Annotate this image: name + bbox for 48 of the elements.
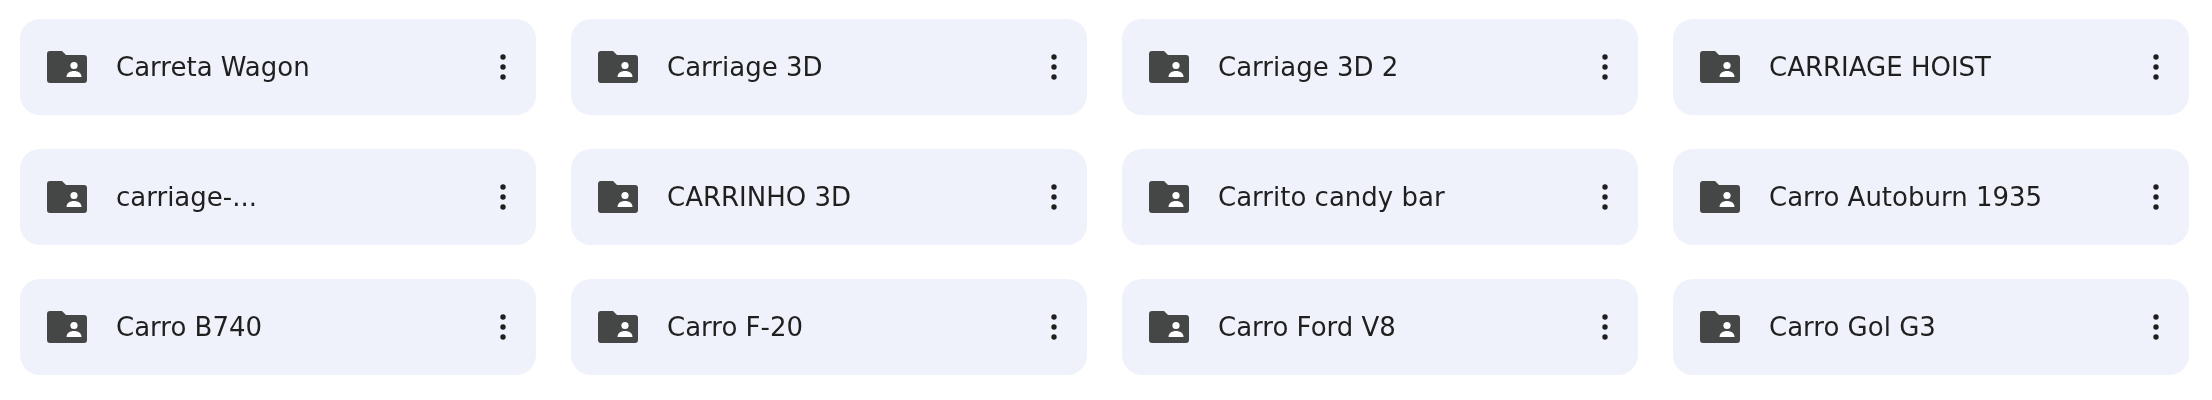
folder-name: Carro B740 — [116, 312, 264, 342]
more-options-icon[interactable] — [1049, 53, 1059, 81]
folder-card[interactable]: CARRIAGE HOIST — [1673, 19, 2189, 115]
more-options-icon[interactable] — [1049, 183, 1059, 211]
shared-folder-icon — [1149, 51, 1189, 83]
shared-folder-icon — [47, 181, 87, 213]
more-options-icon[interactable] — [2151, 53, 2161, 81]
folder-card[interactable]: carriage-... — [20, 149, 536, 245]
folder-name: Carro Ford V8 — [1218, 312, 1397, 342]
more-options-icon[interactable] — [1600, 53, 1610, 81]
shared-folder-icon — [598, 181, 638, 213]
shared-folder-icon — [598, 311, 638, 343]
shared-folder-icon — [47, 311, 87, 343]
shared-folder-icon — [1149, 181, 1189, 213]
folder-card[interactable]: Carro F-20 — [571, 279, 1087, 375]
shared-folder-icon — [1700, 311, 1740, 343]
folder-name: Carro F-20 — [667, 312, 805, 342]
folder-card[interactable]: Carreta Wagon — [20, 19, 536, 115]
folder-name: Carreta Wagon — [116, 52, 311, 82]
folder-card[interactable]: Carro Ford V8 — [1122, 279, 1638, 375]
shared-folder-icon — [598, 51, 638, 83]
folder-name: CARRIAGE HOIST — [1769, 52, 1992, 82]
more-options-icon[interactable] — [498, 183, 508, 211]
more-options-icon[interactable] — [1049, 313, 1059, 341]
folder-name: Carro Autoburn 1935 — [1769, 182, 2044, 212]
more-options-icon[interactable] — [2151, 183, 2161, 211]
folder-card[interactable]: Carriage 3D 2 — [1122, 19, 1638, 115]
folder-card[interactable]: Carro B740 — [20, 279, 536, 375]
more-options-icon[interactable] — [498, 53, 508, 81]
more-options-icon[interactable] — [498, 313, 508, 341]
folder-card[interactable]: CARRINHO 3D — [571, 149, 1087, 245]
folder-name: Carriage 3D — [667, 52, 824, 82]
folder-card[interactable]: Carrito candy bar — [1122, 149, 1638, 245]
folder-name: Carriage 3D 2 — [1218, 52, 1400, 82]
folder-name: CARRINHO 3D — [667, 182, 853, 212]
shared-folder-icon — [47, 51, 87, 83]
more-options-icon[interactable] — [1600, 183, 1610, 211]
folder-card[interactable]: Carriage 3D — [571, 19, 1087, 115]
more-options-icon[interactable] — [2151, 313, 2161, 341]
folder-name: Carro Gol G3 — [1769, 312, 1937, 342]
folder-name: Carrito candy bar — [1218, 182, 1446, 212]
folder-card[interactable]: Carro Gol G3 — [1673, 279, 2189, 375]
shared-folder-icon — [1149, 311, 1189, 343]
more-options-icon[interactable] — [1600, 313, 1610, 341]
folder-name: carriage-... — [116, 182, 258, 212]
shared-folder-icon — [1700, 51, 1740, 83]
folder-card[interactable]: Carro Autoburn 1935 — [1673, 149, 2189, 245]
shared-folder-icon — [1700, 181, 1740, 213]
